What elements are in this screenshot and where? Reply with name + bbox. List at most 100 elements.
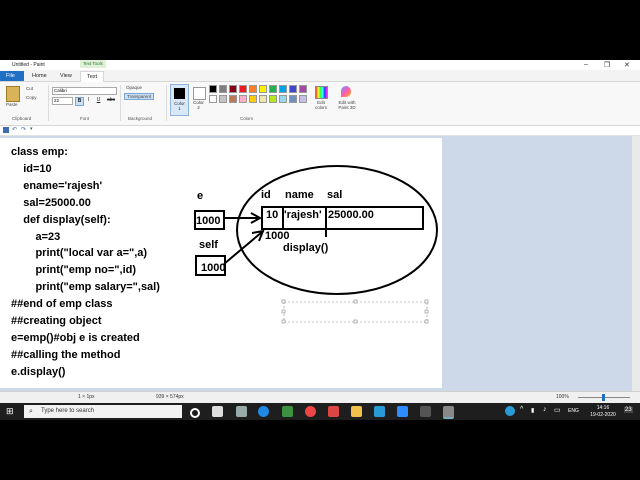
vertical-scrollbar[interactable] bbox=[632, 136, 640, 391]
edit-colors-icon[interactable] bbox=[315, 86, 328, 99]
palette-swatch[interactable] bbox=[279, 85, 287, 93]
palette-swatch[interactable] bbox=[219, 85, 227, 93]
taskbar-app-icon[interactable] bbox=[212, 406, 223, 417]
palette-swatch[interactable] bbox=[239, 95, 247, 103]
drawing-canvas[interactable]: class emp: id=10 ename='rajesh' sal=2500… bbox=[0, 138, 442, 388]
cursor-position: 1 × 1px bbox=[78, 394, 95, 400]
palette-swatch[interactable] bbox=[219, 95, 227, 103]
copy-button[interactable]: Copy bbox=[26, 95, 37, 100]
palette-swatch[interactable] bbox=[299, 95, 307, 103]
save-icon[interactable] bbox=[3, 127, 9, 133]
name-value: 'rajesh' bbox=[284, 209, 322, 221]
taskbar: ⊞ ⌕ Type here to search ^ ▮ ♪ ▭ ENG 14:1… bbox=[0, 403, 640, 420]
palette-swatch[interactable] bbox=[299, 85, 307, 93]
taskbar-app-icon[interactable] bbox=[328, 406, 339, 417]
color2-swatch bbox=[193, 87, 206, 100]
network-icon[interactable]: ▮ bbox=[531, 407, 534, 414]
palette-swatch[interactable] bbox=[269, 85, 277, 93]
search-icon: ⌕ bbox=[29, 408, 33, 415]
palette-swatch[interactable] bbox=[259, 95, 267, 103]
clock-date: 19-02-2020 bbox=[590, 412, 616, 418]
taskbar-app-icon[interactable] bbox=[420, 406, 431, 417]
language-indicator[interactable]: ENG bbox=[568, 408, 579, 414]
close-button[interactable]: ✕ bbox=[624, 61, 630, 69]
tray-app-icon[interactable] bbox=[505, 406, 515, 416]
color2-button[interactable]: Color 2 bbox=[190, 84, 207, 114]
clock[interactable]: 14:16 19-02-2020 bbox=[584, 405, 622, 419]
file-explorer-icon[interactable] bbox=[351, 406, 362, 417]
ribbon: Paste Cut Copy Clipboard Calibri 22 B I … bbox=[0, 82, 640, 126]
bold-button[interactable]: B bbox=[75, 97, 84, 106]
separator bbox=[48, 85, 49, 121]
opaque-option[interactable]: Opaque bbox=[126, 85, 142, 90]
edit-with-paint3d-label[interactable]: Edit with Paint 3D bbox=[334, 100, 360, 110]
self-value: 1000 bbox=[201, 262, 226, 274]
edit-colors-label[interactable]: Edit colors bbox=[313, 100, 329, 110]
palette-swatch[interactable] bbox=[249, 85, 257, 93]
palette-swatch[interactable] bbox=[269, 95, 277, 103]
palette-swatch[interactable] bbox=[289, 85, 297, 93]
volume-icon[interactable]: ♪ bbox=[543, 406, 547, 413]
redo-icon[interactable]: ↷ bbox=[21, 126, 26, 133]
color2-label: Color 2 bbox=[193, 100, 204, 110]
color1-button[interactable]: Color 1 bbox=[170, 84, 189, 116]
text-selection-box bbox=[283, 301, 428, 323]
palette-swatch[interactable] bbox=[249, 95, 257, 103]
taskbar-app-icon[interactable] bbox=[374, 406, 385, 417]
palette-swatch[interactable] bbox=[239, 85, 247, 93]
tray-chevron-icon[interactable]: ^ bbox=[520, 406, 523, 413]
palette-swatch[interactable] bbox=[289, 95, 297, 103]
palette-swatch[interactable] bbox=[229, 95, 237, 103]
workspace: class emp: id=10 ename='rajesh' sal=2500… bbox=[0, 136, 640, 391]
minimize-button[interactable]: – bbox=[584, 61, 588, 68]
underline-button[interactable]: U bbox=[95, 97, 102, 104]
palette-swatch[interactable] bbox=[229, 85, 237, 93]
paste-label[interactable]: Paste bbox=[6, 102, 18, 107]
zoom-app-icon[interactable] bbox=[397, 406, 408, 417]
battery-icon[interactable]: ▭ bbox=[554, 406, 561, 414]
paint3d-icon[interactable] bbox=[341, 86, 351, 97]
palette-swatch[interactable] bbox=[209, 85, 217, 93]
status-bar: 1 × 1px 939 × 574px 100% bbox=[0, 391, 640, 403]
palette-swatch[interactable] bbox=[259, 85, 267, 93]
e-value: 1000 bbox=[196, 215, 221, 227]
zoom-slider-thumb[interactable] bbox=[602, 394, 605, 401]
id-column-label: id bbox=[261, 189, 271, 201]
transparent-option[interactable]: Transparent bbox=[124, 93, 155, 100]
cut-button[interactable]: Cut bbox=[26, 86, 33, 91]
tab-text[interactable]: Text bbox=[80, 71, 105, 82]
taskbar-app-icon[interactable] bbox=[282, 406, 293, 417]
italic-button[interactable]: I bbox=[85, 97, 92, 104]
undo-icon[interactable]: ↶ bbox=[12, 126, 17, 133]
taskbar-search-box[interactable]: ⌕ Type here to search bbox=[24, 405, 182, 418]
maximize-button[interactable]: ❐ bbox=[604, 61, 610, 69]
strikethrough-button[interactable]: abc bbox=[106, 97, 116, 104]
object-address: 1000 bbox=[265, 230, 290, 242]
notification-count-badge[interactable]: 23 bbox=[624, 407, 633, 413]
tab-home[interactable]: Home bbox=[26, 71, 53, 81]
tab-view[interactable]: View bbox=[54, 71, 78, 81]
colors-group-label: Colors bbox=[240, 116, 254, 121]
chrome-icon[interactable] bbox=[305, 406, 316, 417]
sal-value: 25000.00 bbox=[328, 209, 374, 221]
task-view-icon[interactable] bbox=[190, 408, 200, 418]
paste-icon[interactable] bbox=[6, 86, 20, 102]
id-value: 10 bbox=[266, 209, 279, 221]
font-family-select[interactable]: Calibri bbox=[52, 87, 117, 95]
paint-taskbar-icon[interactable] bbox=[443, 406, 454, 419]
customize-qat-icon[interactable]: ▾ bbox=[30, 126, 33, 132]
font-size-select[interactable]: 22 bbox=[52, 97, 73, 105]
color-palette bbox=[209, 85, 309, 105]
windows-start-icon[interactable]: ⊞ bbox=[6, 406, 14, 417]
edge-icon[interactable] bbox=[258, 406, 269, 417]
palette-swatch[interactable] bbox=[209, 95, 217, 103]
palette-swatch[interactable] bbox=[279, 95, 287, 103]
clipboard-group-label: Clipboard bbox=[12, 116, 32, 121]
text-tools-label: Text Tools bbox=[80, 60, 106, 68]
taskbar-app-icon[interactable] bbox=[236, 406, 247, 417]
self-label: self bbox=[199, 239, 218, 251]
tab-file[interactable]: File bbox=[0, 71, 24, 81]
separator bbox=[120, 85, 121, 121]
font-group-label: Font bbox=[80, 116, 90, 121]
search-placeholder: Type here to search bbox=[41, 408, 95, 414]
